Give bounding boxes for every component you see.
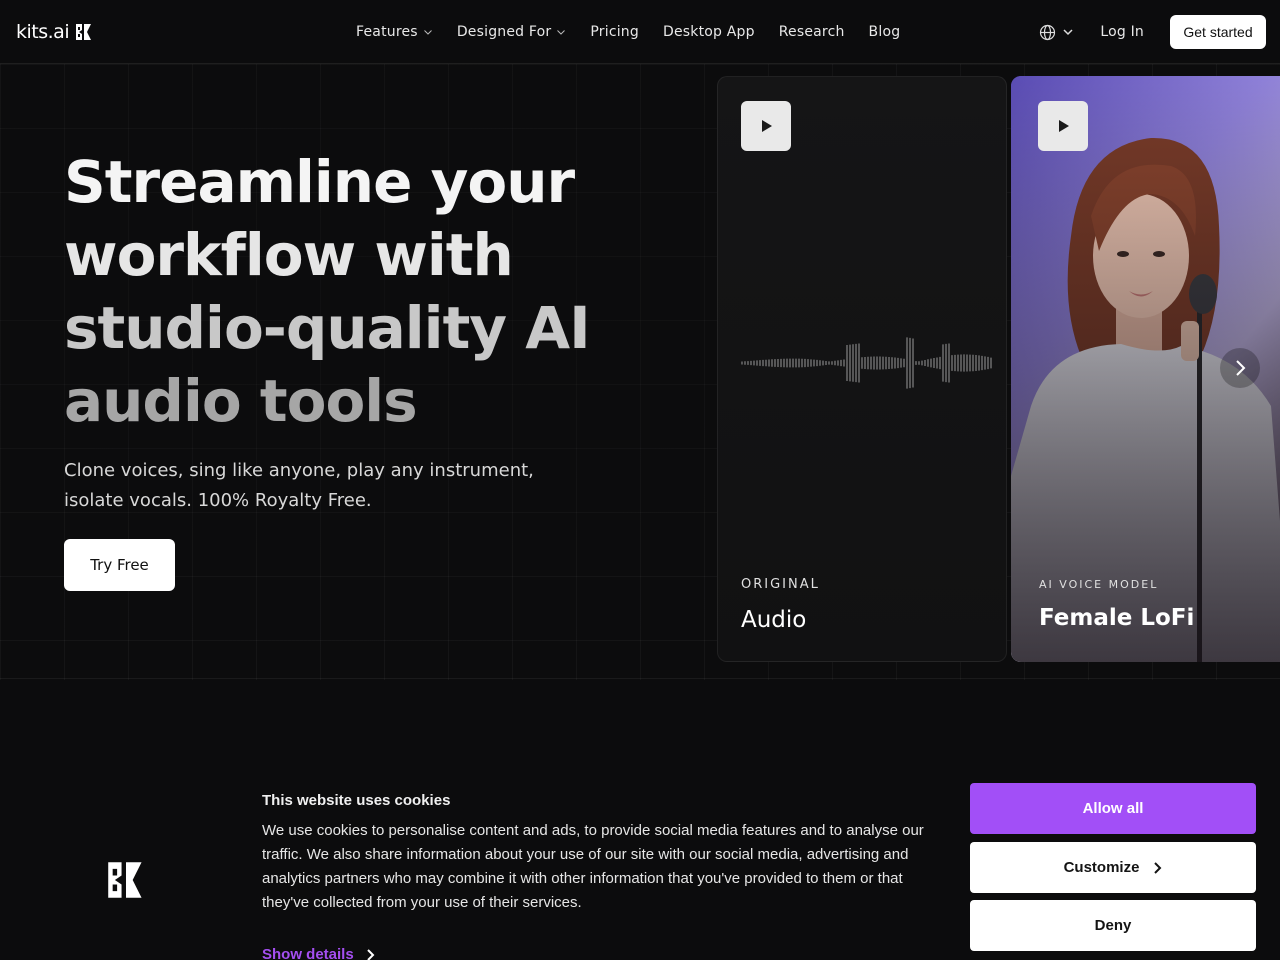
cookie-banner: This website uses cookies We use cookies… — [0, 760, 1280, 960]
play-icon — [1059, 120, 1069, 132]
deny-button[interactable]: Deny — [970, 900, 1256, 951]
audio-waveform — [741, 337, 992, 389]
play-button[interactable] — [741, 101, 791, 151]
hero-title: Streamline your workflow with studio-qua… — [64, 146, 704, 438]
original-audio-card[interactable]: ORIGINAL Audio — [717, 76, 1007, 662]
login-link[interactable]: Log In — [1100, 24, 1144, 40]
hero-subtitle-line: isolate vocals. 100% Royalty Free. — [64, 490, 372, 511]
carousel-next-button[interactable] — [1220, 348, 1260, 388]
cookie-body: We use cookies to personalise content an… — [262, 822, 924, 911]
chevron-right-icon — [1154, 861, 1162, 874]
card-kicker: AI VOICE MODEL — [1039, 578, 1159, 591]
section-divider — [0, 678, 1280, 679]
chevron-right-icon — [366, 948, 375, 960]
play-icon — [762, 120, 772, 132]
kits-logo-icon — [108, 862, 142, 898]
nav-pricing[interactable]: Pricing — [590, 24, 639, 40]
kits-logo-icon — [76, 24, 92, 40]
nav-desktop-app[interactable]: Desktop App — [663, 24, 755, 40]
card-title: Audio — [741, 607, 807, 633]
chevron-down-icon — [557, 30, 566, 35]
hero-subtitle: Clone voices, sing like anyone, play any… — [64, 456, 604, 516]
get-started-button[interactable]: Get started — [1170, 15, 1266, 49]
globe-icon — [1040, 24, 1056, 40]
main-nav: Features Designed For Pricing Desktop Ap… — [356, 20, 924, 44]
card-title: Female LoFi — [1039, 605, 1195, 631]
hero-subtitle-line: Clone voices, sing like anyone, play any… — [64, 460, 534, 481]
nav-designed-for[interactable]: Designed For — [457, 24, 567, 40]
play-button[interactable] — [1038, 101, 1088, 151]
site-header: kits.ai Features Designed For Pricing De… — [0, 0, 1280, 64]
nav-blog[interactable]: Blog — [869, 24, 901, 40]
try-free-button[interactable]: Try Free — [64, 539, 175, 591]
allow-all-button[interactable]: Allow all — [970, 783, 1256, 834]
header-actions: Log In Get started — [1039, 15, 1266, 49]
hero-title-line: Streamline your — [64, 148, 575, 216]
chevron-down-icon — [423, 30, 432, 35]
chevron-right-icon — [1236, 360, 1246, 376]
logo-text: kits.ai — [16, 21, 70, 43]
chevron-down-icon — [1063, 29, 1073, 36]
card-kicker: ORIGINAL — [741, 577, 820, 592]
hero-title-line: workflow with — [64, 221, 514, 289]
cookie-title: This website uses cookies — [262, 792, 451, 809]
logo[interactable]: kits.ai — [16, 20, 93, 44]
hero-title-line: audio tools — [64, 367, 418, 435]
nav-features[interactable]: Features — [356, 24, 433, 40]
language-selector[interactable] — [1039, 24, 1074, 41]
hero-title-line: studio-quality AI — [64, 294, 591, 362]
customize-button[interactable]: Customize — [970, 842, 1256, 893]
show-details-link[interactable]: Show details — [262, 946, 375, 960]
nav-research[interactable]: Research — [779, 24, 845, 40]
